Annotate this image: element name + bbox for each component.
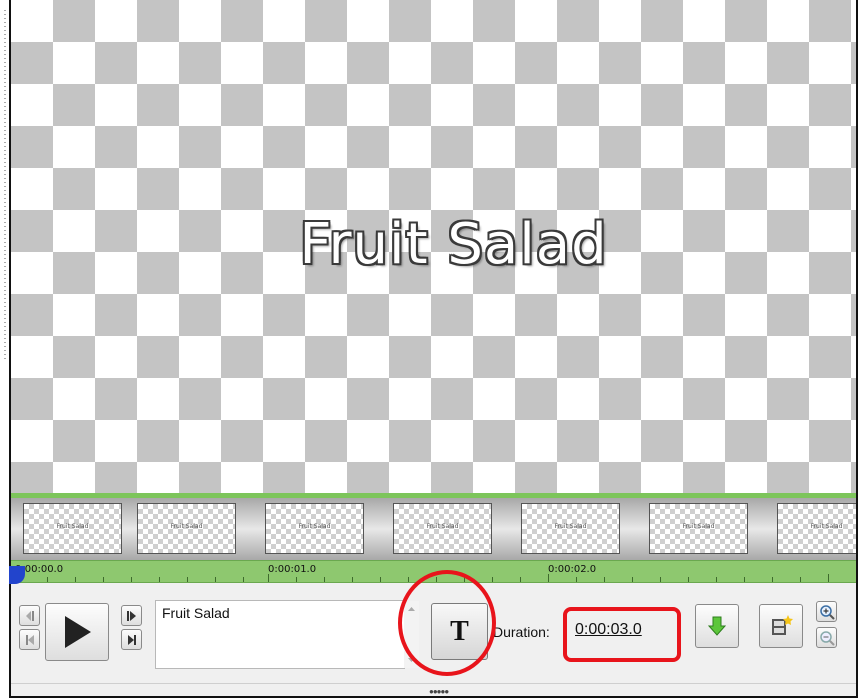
time-label: 0:00:02.0 xyxy=(548,564,597,575)
new-title-button[interactable] xyxy=(759,604,803,648)
next-frame-button[interactable] xyxy=(121,605,142,626)
go-to-start-icon xyxy=(25,634,34,645)
zoom-in-button[interactable] xyxy=(816,601,837,622)
time-label: 0:00:01.0 xyxy=(268,564,317,575)
previous-frame-button[interactable] xyxy=(19,605,40,626)
filmstrip-frame: Fruit Salad xyxy=(393,503,492,554)
go-to-end-button[interactable] xyxy=(121,629,142,650)
play-icon xyxy=(65,616,91,648)
apply-button[interactable] xyxy=(695,604,739,648)
go-to-start-button[interactable] xyxy=(19,629,40,650)
zoom-out-button[interactable] xyxy=(816,627,837,648)
window-edge-dots xyxy=(4,10,6,360)
step-back-icon xyxy=(25,610,34,621)
preview-title-text: Fruit Salad xyxy=(299,212,608,277)
panel-divider xyxy=(11,683,856,684)
highlight-circle xyxy=(398,570,496,676)
step-forward-icon xyxy=(126,610,136,621)
green-down-arrow-icon xyxy=(707,616,727,636)
zoom-out-icon xyxy=(819,630,835,646)
film-star-icon xyxy=(772,615,793,635)
filmstrip-frame: Fruit Salad xyxy=(777,503,856,554)
resize-grip-icon[interactable]: ●●●●● xyxy=(429,687,449,696)
duration-label: Duration: xyxy=(493,624,550,640)
go-to-end-icon xyxy=(127,634,136,645)
zoom-in-icon xyxy=(819,604,835,620)
filmstrip-frame: Fruit Salad xyxy=(265,503,364,554)
title-preview-canvas: Fruit Salad xyxy=(11,0,856,493)
play-button[interactable] xyxy=(45,603,109,661)
highlight-box xyxy=(563,607,681,662)
title-text-input[interactable]: Fruit Salad xyxy=(155,600,405,669)
filmstrip-frame: Fruit Salad xyxy=(521,503,620,554)
filmstrip-frame: Fruit Salad xyxy=(137,503,236,554)
filmstrip-frame: Fruit Salad xyxy=(649,503,748,554)
filmstrip-frame: Fruit Salad xyxy=(23,503,122,554)
filmstrip: Fruit Salad Fruit Salad Fruit Salad Frui… xyxy=(11,498,856,560)
